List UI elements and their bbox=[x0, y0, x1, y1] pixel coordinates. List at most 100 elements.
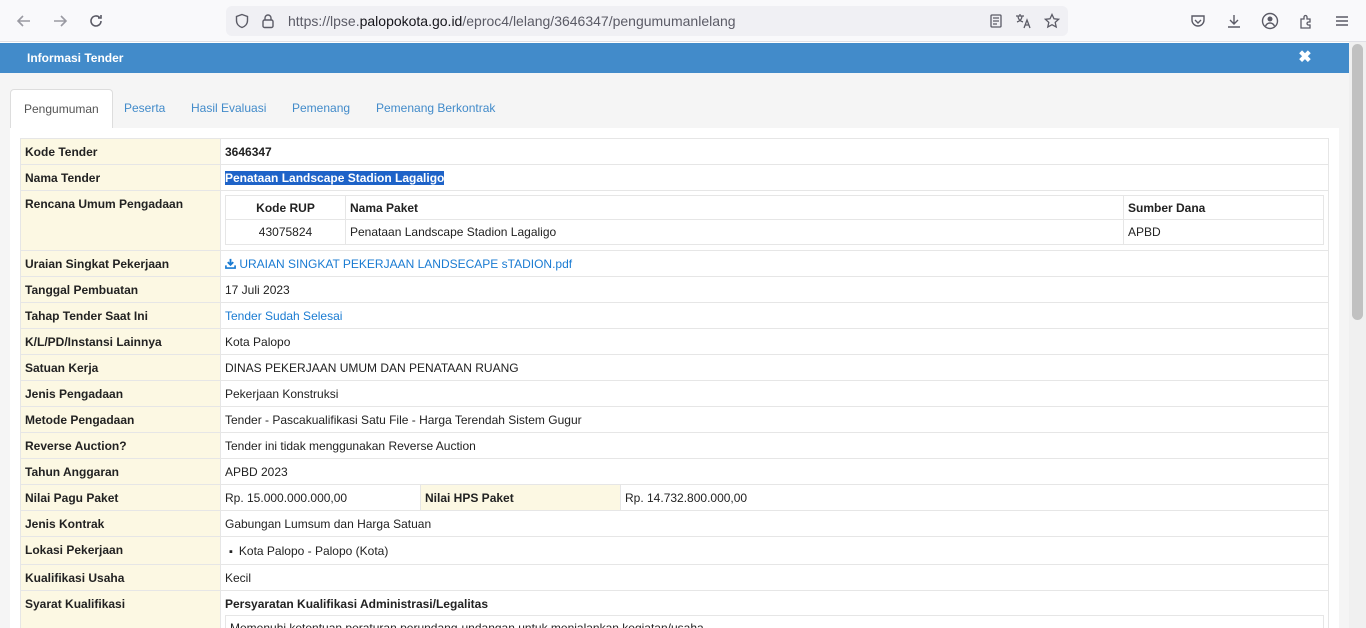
value-jenis-pengadaan: Pekerjaan Konstruksi bbox=[220, 380, 1329, 407]
tab-peserta[interactable]: Peserta bbox=[111, 89, 178, 129]
label-syarat: Syarat Kualifikasi bbox=[20, 590, 221, 628]
star-icon[interactable] bbox=[1042, 11, 1062, 31]
reader-view-icon[interactable] bbox=[986, 11, 1006, 31]
value-tahun: APBD 2023 bbox=[220, 458, 1329, 485]
label-tanggal: Tanggal Pembuatan bbox=[20, 276, 221, 303]
label-satker: Satuan Kerja bbox=[20, 354, 221, 381]
label-uraian: Uraian Singkat Pekerjaan bbox=[20, 250, 221, 277]
value-kontrak: Gabungan Lumsum dan Harga Satuan bbox=[220, 510, 1329, 537]
label-reverse: Reverse Auction? bbox=[20, 432, 221, 459]
row-tahap: Tahap Tender Saat Ini Tender Sudah Seles… bbox=[20, 302, 1329, 329]
rup-nama: Penataan Landscape Stadion Lagaligo bbox=[345, 219, 1124, 245]
row-reverse: Reverse Auction? Tender ini tidak menggu… bbox=[20, 432, 1329, 459]
address-bar[interactable]: https://lpse.palopokota.go.id/eproc4/lel… bbox=[226, 6, 1068, 36]
value-tahap-cell: Tender Sudah Selesai bbox=[220, 302, 1329, 329]
value-pagu: Rp. 15.000.000.000,00 bbox=[220, 484, 421, 511]
table-row: 43075824 Penataan Landscape Stadion Laga… bbox=[225, 219, 1324, 245]
value-nama-tender: Penataan Landscape Stadion Lagaligo bbox=[225, 171, 445, 185]
value-uraian-cell: URAIAN SINGKAT PEKERJAAN LANDSECAPE sTAD… bbox=[220, 250, 1329, 277]
download-icon bbox=[225, 258, 236, 269]
value-kode-tender: 3646347 bbox=[220, 138, 1329, 165]
rup-header-nama: Nama Paket bbox=[345, 195, 1124, 220]
arrow-right-icon bbox=[54, 15, 68, 27]
lock-icon[interactable] bbox=[258, 11, 278, 31]
syarat-item: Memenuhi ketentuan peraturan perundang-u… bbox=[225, 615, 1324, 628]
rup-sumber: APBD bbox=[1123, 219, 1324, 245]
value-tanggal: 17 Juli 2023 bbox=[220, 276, 1329, 303]
download-icon[interactable] bbox=[1222, 9, 1246, 33]
value-satker: DINAS PEKERJAAN UMUM DAN PENATAAN RUANG bbox=[220, 354, 1329, 381]
rup-header-kode: Kode RUP bbox=[225, 195, 346, 220]
back-button[interactable] bbox=[12, 9, 36, 33]
url-text[interactable]: https://lpse.palopokota.go.id/eproc4/lel… bbox=[288, 13, 736, 29]
close-icon[interactable]: ✖ bbox=[1297, 50, 1313, 66]
shield-icon[interactable] bbox=[232, 11, 252, 31]
row-jenis-pengadaan: Jenis Pengadaan Pekerjaan Konstruksi bbox=[20, 380, 1329, 407]
rup-header-sumber: Sumber Dana bbox=[1123, 195, 1324, 220]
label-klpd: K/L/PD/Instansi Lainnya bbox=[20, 328, 221, 355]
label-kualifikasi: Kualifikasi Usaha bbox=[20, 564, 221, 591]
label-metode: Metode Pengadaan bbox=[20, 406, 221, 433]
modal-body: Pengumuman Peserta Hasil Evaluasi Pemena… bbox=[0, 73, 1349, 628]
row-klpd: K/L/PD/Instansi Lainnya Kota Palopo bbox=[20, 328, 1329, 355]
row-lokasi: Lokasi Pekerjaan Kota Palopo - Palopo (K… bbox=[20, 536, 1329, 565]
forward-button[interactable] bbox=[48, 9, 72, 33]
row-uraian: Uraian Singkat Pekerjaan URAIAN SINGKAT … bbox=[20, 250, 1329, 277]
row-tanggal: Tanggal Pembuatan 17 Juli 2023 bbox=[20, 276, 1329, 303]
tab-pengumuman[interactable]: Pengumuman bbox=[10, 89, 113, 129]
syarat-table: Memenuhi ketentuan peraturan perundang-u… bbox=[225, 615, 1324, 628]
label-kode-tender: Kode Tender bbox=[20, 138, 221, 165]
label-tahun: Tahun Anggaran bbox=[20, 458, 221, 485]
row-syarat: Syarat Kualifikasi Persyaratan Kualifika… bbox=[20, 590, 1329, 628]
url-prefix: https://lpse. bbox=[288, 13, 360, 29]
menu-icon[interactable] bbox=[1330, 9, 1354, 33]
label-rup: Rencana Umum Pengadaan bbox=[20, 190, 221, 251]
pocket-icon[interactable] bbox=[1186, 9, 1210, 33]
value-hps: Rp. 14.732.800.000,00 bbox=[620, 484, 1329, 511]
tab-pemenang-berkontrak[interactable]: Pemenang Berkontrak bbox=[363, 89, 508, 129]
label-jenis-pengadaan: Jenis Pengadaan bbox=[20, 380, 221, 407]
extensions-icon[interactable] bbox=[1294, 9, 1318, 33]
list-item: Kota Palopo - Palopo (Kota) bbox=[229, 544, 1324, 558]
row-kualifikasi: Kualifikasi Usaha Kecil bbox=[20, 564, 1329, 591]
tab-hasil-evaluasi[interactable]: Hasil Evaluasi bbox=[178, 89, 279, 129]
value-kualifikasi: Kecil bbox=[220, 564, 1329, 591]
value-lokasi-cell: Kota Palopo - Palopo (Kota) bbox=[220, 536, 1329, 565]
row-tahun: Tahun Anggaran APBD 2023 bbox=[20, 458, 1329, 485]
row-rup: Rencana Umum Pengadaan Kode RUP Nama Pak… bbox=[20, 190, 1329, 251]
label-hps: Nilai HPS Paket bbox=[420, 484, 621, 511]
table-row: Memenuhi ketentuan peraturan perundang-u… bbox=[225, 615, 1324, 628]
arrow-left-icon bbox=[16, 15, 30, 27]
label-tahap: Tahap Tender Saat Ini bbox=[20, 302, 221, 329]
row-pagu: Nilai Pagu Paket Rp. 15.000.000.000,00 N… bbox=[20, 484, 1329, 511]
reload-icon bbox=[90, 15, 102, 27]
rup-kode: 43075824 bbox=[225, 219, 346, 245]
label-nama-tender: Nama Tender bbox=[20, 164, 221, 191]
label-pagu: Nilai Pagu Paket bbox=[20, 484, 221, 511]
row-metode: Metode Pengadaan Tender - Pascakualifika… bbox=[20, 406, 1329, 433]
row-satker: Satuan Kerja DINAS PEKERJAAN UMUM DAN PE… bbox=[20, 354, 1329, 381]
tab-pemenang[interactable]: Pemenang bbox=[279, 89, 363, 129]
browser-toolbar: https://lpse.palopokota.go.id/eproc4/lel… bbox=[0, 0, 1366, 42]
tender-info-table: Kode Tender 3646347 Nama Tender Penataan… bbox=[20, 138, 1329, 628]
url-host: palopokota.go.id bbox=[359, 13, 463, 29]
uraian-download-link[interactable]: URAIAN SINGKAT PEKERJAAN LANDSECAPE sTAD… bbox=[225, 257, 572, 271]
translate-icon[interactable] bbox=[1014, 11, 1034, 31]
value-reverse: Tender ini tidak menggunakan Reverse Auc… bbox=[220, 432, 1329, 459]
account-icon[interactable] bbox=[1258, 9, 1282, 33]
scrollbar-thumb[interactable] bbox=[1352, 44, 1363, 320]
page-scrollbar[interactable] bbox=[1349, 42, 1366, 628]
tahap-link[interactable]: Tender Sudah Selesai bbox=[225, 309, 342, 323]
rup-cell: Kode RUP Nama Paket Sumber Dana 43075824… bbox=[220, 190, 1329, 251]
modal-title: Informasi Tender bbox=[27, 51, 124, 65]
value-klpd: Kota Palopo bbox=[220, 328, 1329, 355]
value-syarat-cell: Persyaratan Kualifikasi Administrasi/Leg… bbox=[220, 590, 1329, 628]
uraian-filename: URAIAN SINGKAT PEKERJAAN LANDSECAPE sTAD… bbox=[239, 257, 573, 271]
label-lokasi: Lokasi Pekerjaan bbox=[20, 536, 221, 565]
row-kontrak: Jenis Kontrak Gabungan Lumsum dan Harga … bbox=[20, 510, 1329, 537]
value-metode: Tender - Pascakualifikasi Satu File - Ha… bbox=[220, 406, 1329, 433]
lokasi-list: Kota Palopo - Palopo (Kota) bbox=[225, 544, 1324, 558]
url-path: /eproc4/lelang/3646347/pengumumanlelang bbox=[462, 13, 736, 29]
reload-button[interactable] bbox=[84, 9, 108, 33]
rup-table: Kode RUP Nama Paket Sumber Dana 43075824… bbox=[225, 195, 1324, 245]
